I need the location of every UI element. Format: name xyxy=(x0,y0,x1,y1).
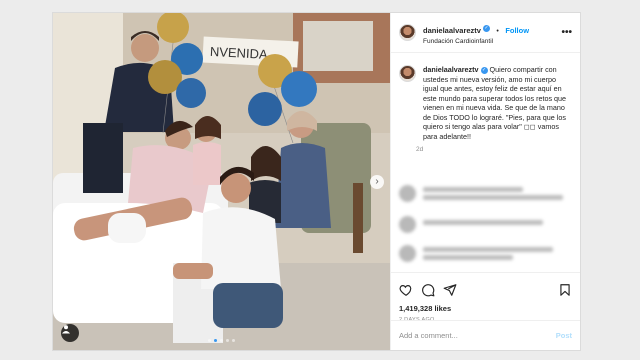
carousel-dot xyxy=(232,339,235,342)
comment-box: Post xyxy=(391,320,580,350)
comment-icon[interactable] xyxy=(421,283,435,297)
action-row xyxy=(399,281,572,299)
caption: danielaalvareztv ✓ Quiero compartir con u… xyxy=(391,53,580,153)
carousel-dot xyxy=(226,339,229,342)
comment-input[interactable] xyxy=(399,331,556,340)
carousel-dot xyxy=(208,339,211,342)
instagram-post: NVENIDA › danielaalvareztv ✓ • Follow Fu… xyxy=(52,12,581,351)
post-photo[interactable]: NVENIDA › xyxy=(53,13,390,350)
next-photo-button[interactable]: › xyxy=(370,175,384,189)
likes-count[interactable]: 1,419,328 likes xyxy=(399,304,572,313)
share-icon[interactable] xyxy=(443,283,457,297)
verified-badge-icon: ✓ xyxy=(480,66,488,74)
caption-body: danielaalvareztv ✓ Quiero compartir con u… xyxy=(423,65,572,141)
caption-avatar[interactable] xyxy=(399,65,416,82)
location-link[interactable]: Fundación Cardioinfantil xyxy=(423,38,561,45)
separator-dot: • xyxy=(496,27,499,35)
username-link[interactable]: danielaalvareztv xyxy=(423,26,481,35)
caption-time: 2d xyxy=(416,146,424,153)
header-text: danielaalvareztv ✓ • Follow Fundación Car… xyxy=(423,20,561,46)
caption-username[interactable]: danielaalvareztv xyxy=(423,65,479,74)
post-side-panel: danielaalvareztv ✓ • Follow Fundación Car… xyxy=(390,13,580,350)
banner-text: NVENIDA xyxy=(210,44,269,62)
hospital-room-photo: NVENIDA xyxy=(53,13,390,350)
blurred-comment xyxy=(399,216,569,238)
carousel-dot xyxy=(220,339,223,342)
bookmark-icon[interactable] xyxy=(558,283,572,297)
chevron-right-icon: › xyxy=(375,176,379,187)
caption-text: Quiero compartir con ustedes mi nueva ve… xyxy=(423,65,567,141)
person-tag-icon xyxy=(62,325,70,334)
post-header: danielaalvareztv ✓ • Follow Fundación Car… xyxy=(391,13,580,53)
blurred-comment xyxy=(399,245,569,267)
avatar[interactable] xyxy=(399,24,416,41)
heart-icon[interactable] xyxy=(399,283,413,297)
follow-button[interactable]: Follow xyxy=(505,26,529,35)
verified-badge-icon: ✓ xyxy=(482,24,490,32)
post-comment-button[interactable]: Post xyxy=(556,331,572,340)
post-actions: 1,419,328 likes 2 DAYS AGO xyxy=(391,272,580,323)
carousel-indicator xyxy=(53,339,390,342)
blurred-comment xyxy=(399,185,569,207)
carousel-dot-active xyxy=(214,339,217,342)
more-options-icon[interactable]: ••• xyxy=(561,27,572,38)
